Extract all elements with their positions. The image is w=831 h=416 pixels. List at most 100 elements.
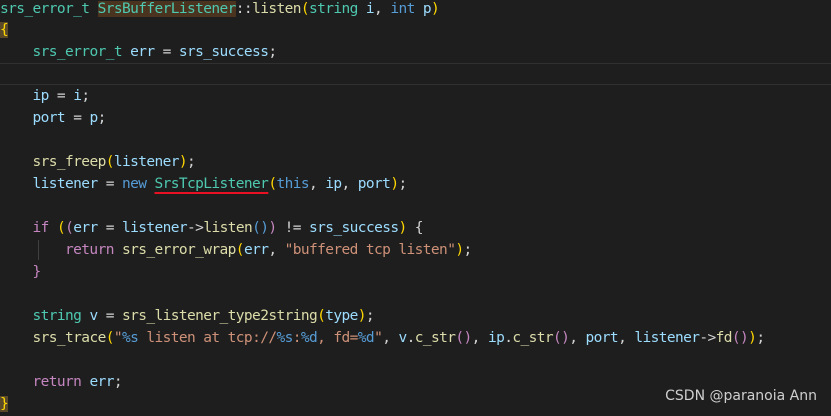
format-spec: %s xyxy=(276,330,293,346)
return-type: srs_error_t xyxy=(0,1,90,17)
format-spec: %d xyxy=(357,330,375,346)
code-line-8[interactable]: srs_freep(listener); xyxy=(0,151,196,173)
method-call: c_str xyxy=(512,330,553,346)
code-line-12[interactable]: return srs_error_wrap(err, "buffered tcp… xyxy=(0,239,472,261)
method-call: c_str xyxy=(414,330,456,346)
type: string xyxy=(32,308,82,324)
argument: err xyxy=(243,242,269,258)
variable: err xyxy=(130,44,155,60)
close-paren: ) xyxy=(398,220,407,236)
dot: . xyxy=(406,330,416,346)
string-part: " xyxy=(113,330,123,346)
code-line-11[interactable]: if ((err = listener->listen()) != srs_su… xyxy=(0,217,424,239)
open-paren: ( xyxy=(300,1,310,17)
code-line-6[interactable]: port = p; xyxy=(0,107,107,129)
keyword-return: return xyxy=(32,374,82,390)
open-paren: ( xyxy=(56,220,66,236)
type: srs_error_t xyxy=(32,44,123,60)
keyword-this: this xyxy=(276,176,309,192)
close-paren: ) xyxy=(178,154,188,170)
keyword-return: return xyxy=(65,242,114,258)
comma: , xyxy=(374,1,383,17)
call-parens: () xyxy=(455,330,472,346)
close-paren: ) xyxy=(431,1,440,17)
semicolon: ; xyxy=(756,330,765,346)
comma: , xyxy=(309,176,326,192)
call-parens: () xyxy=(252,220,269,236)
code-editor[interactable]: srs_error_t SrsBufferListener::listen(st… xyxy=(0,0,831,416)
param-name: p xyxy=(422,1,432,17)
code-line-9[interactable]: listener = new SrsTcpListener(this, ip, … xyxy=(0,173,408,195)
close-paren-inner: ) xyxy=(268,220,277,236)
argument: ip xyxy=(325,176,342,192)
param-type: int xyxy=(390,1,415,17)
method-call: fd xyxy=(715,330,733,346)
object: listener xyxy=(634,330,700,346)
not-equal: != xyxy=(276,220,310,236)
format-spec: %d xyxy=(300,330,318,346)
comma: , xyxy=(618,330,635,346)
assign: = xyxy=(97,308,122,324)
semicolon: ; xyxy=(463,242,472,258)
param-type: string xyxy=(308,1,358,17)
argument: port xyxy=(357,176,391,192)
macro-call: srs_freep xyxy=(32,154,107,170)
close-brace: } xyxy=(0,396,9,412)
semicolon: ; xyxy=(81,88,90,104)
semicolon: ; xyxy=(113,374,123,390)
semicolon: ; xyxy=(268,44,277,60)
close-brace: } xyxy=(32,264,42,280)
open-brace: { xyxy=(406,220,424,236)
variable: err xyxy=(89,374,114,390)
open-brace: { xyxy=(0,22,9,38)
method-name: listen xyxy=(252,1,301,17)
keyword-new: new xyxy=(121,176,147,192)
value: srs_success xyxy=(309,220,399,236)
string-literal: "buffered tcp listen" xyxy=(284,242,456,258)
code-line-1[interactable]: srs_error_t SrsBufferListener::listen(st… xyxy=(0,0,440,20)
class-name-underlined: SrsTcpListener xyxy=(154,176,269,192)
call-parens: () xyxy=(553,330,570,346)
assign: = xyxy=(154,44,179,60)
watermark: CSDN @paranoia Ann xyxy=(665,388,817,404)
code-line-13[interactable]: } xyxy=(0,261,42,283)
code-line-3[interactable]: srs_error_t err = srs_success; xyxy=(0,41,278,63)
variable: v xyxy=(89,308,98,324)
code-line-15[interactable]: string v = srs_listener_type2string(type… xyxy=(0,305,375,327)
code-line-18[interactable]: return err; xyxy=(0,371,123,393)
method-call: listen xyxy=(203,220,253,236)
open-paren-inner: ( xyxy=(65,220,74,236)
assign: = xyxy=(65,110,90,126)
code-line-2[interactable]: { xyxy=(0,19,9,41)
close-paren: ) xyxy=(357,308,367,324)
assign: = xyxy=(97,176,122,192)
variable: err xyxy=(73,220,98,236)
class-name: SrsBufferListener xyxy=(97,1,236,17)
function-call: srs_trace xyxy=(32,330,107,346)
call-parens: () xyxy=(731,330,749,346)
scope-operator: :: xyxy=(235,1,253,17)
variable: ip xyxy=(32,88,50,104)
variable: port xyxy=(32,110,66,126)
semicolon: ; xyxy=(398,176,407,192)
object: listener xyxy=(122,220,188,236)
code-line-19[interactable]: } xyxy=(0,393,9,415)
argument: type xyxy=(325,308,358,324)
string-part: , fd= xyxy=(317,330,358,346)
argument: port xyxy=(585,330,619,346)
code-line-5[interactable]: ip = i; xyxy=(0,85,91,107)
assign: = xyxy=(48,88,74,104)
arrow: -> xyxy=(699,330,716,346)
code-line-16[interactable]: srs_trace("%s listen at tcp://%s:%d, fd=… xyxy=(0,327,766,349)
object: ip xyxy=(487,330,505,346)
function-call: srs_error_wrap xyxy=(121,242,236,258)
current-line-highlight xyxy=(0,63,831,85)
variable: listener xyxy=(32,176,99,192)
value: srs_success xyxy=(178,44,269,60)
function-call: srs_listener_type2string xyxy=(121,308,318,324)
semicolon: ; xyxy=(187,154,196,170)
format-spec: %s xyxy=(121,330,139,346)
string-part: listen at tcp:// xyxy=(138,330,277,346)
assign: = xyxy=(97,220,122,236)
